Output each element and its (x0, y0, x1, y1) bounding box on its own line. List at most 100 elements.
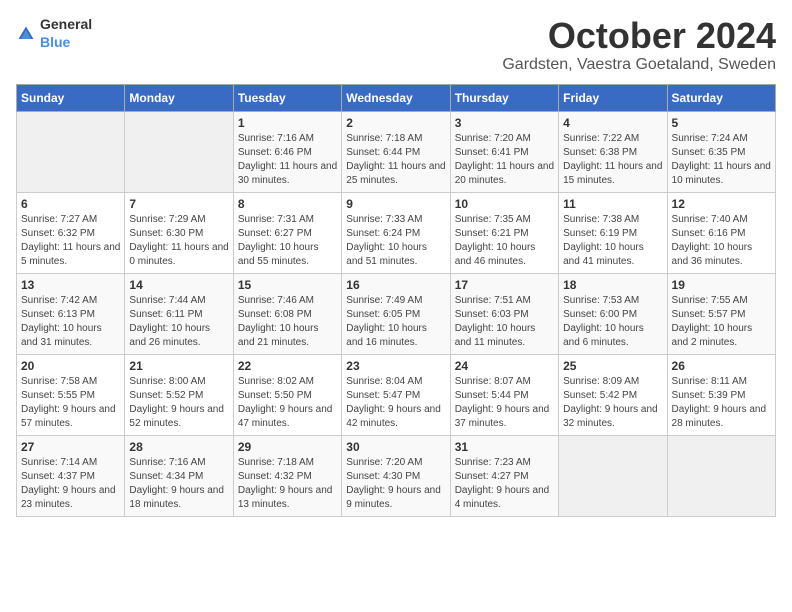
day-info: Sunrise: 7:51 AM Sunset: 6:03 PM Dayligh… (455, 294, 554, 350)
day-number: 20 (21, 359, 120, 373)
day-cell: 31 Sunrise: 7:23 AM Sunset: 4:27 PM Dayli… (450, 435, 558, 516)
day-cell: 7 Sunrise: 7:29 AM Sunset: 6:30 PM Daylig… (125, 192, 233, 273)
day-cell: 8 Sunrise: 7:31 AM Sunset: 6:27 PM Daylig… (233, 192, 341, 273)
day-info: Sunrise: 8:04 AM Sunset: 5:47 PM Dayligh… (346, 375, 445, 431)
logo: General Blue (16, 16, 92, 52)
day-info: Sunrise: 7:18 AM Sunset: 6:44 PM Dayligh… (346, 132, 445, 188)
day-cell: 2Sunrise: 7:18 AM Sunset: 6:44 PM Daylig… (342, 111, 450, 192)
day-info: Sunrise: 8:09 AM Sunset: 5:42 PM Dayligh… (563, 375, 662, 431)
day-info: Sunrise: 7:22 AM Sunset: 6:38 PM Dayligh… (563, 132, 662, 188)
day-info: Sunrise: 7:35 AM Sunset: 6:21 PM Dayligh… (455, 213, 554, 269)
day-cell (17, 111, 125, 192)
day-info: Sunrise: 8:11 AM Sunset: 5:39 PM Dayligh… (672, 375, 771, 431)
day-info: Sunrise: 7:27 AM Sunset: 6:32 PM Dayligh… (21, 213, 120, 269)
day-info: Sunrise: 7:20 AM Sunset: 4:30 PM Dayligh… (346, 456, 445, 512)
day-info: Sunrise: 7:46 AM Sunset: 6:08 PM Dayligh… (238, 294, 337, 350)
day-cell (559, 435, 667, 516)
weekday-header-saturday: Saturday (667, 84, 775, 111)
day-cell: 18 Sunrise: 7:53 AM Sunset: 6:00 PM Dayli… (559, 273, 667, 354)
day-number: 4 (563, 116, 662, 130)
day-number: 21 (129, 359, 228, 373)
week-row-3: 13Sunrise: 7:42 AM Sunset: 6:13 PM Dayli… (17, 273, 776, 354)
day-cell: 16Sunrise: 7:49 AM Sunset: 6:05 PM Dayli… (342, 273, 450, 354)
day-info: Sunrise: 7:49 AM Sunset: 6:05 PM Dayligh… (346, 294, 445, 350)
weekday-header-thursday: Thursday (450, 84, 558, 111)
day-number: 5 (672, 116, 771, 130)
calendar: SundayMondayTuesdayWednesdayThursdayFrid… (16, 84, 776, 517)
day-number: 7 (129, 197, 228, 211)
day-number: 6 (21, 197, 120, 211)
month-title: October 2024 (502, 16, 776, 56)
day-info: Sunrise: 7:14 AM Sunset: 4:37 PM Dayligh… (21, 456, 120, 512)
day-number: 30 (346, 440, 445, 454)
weekday-header-monday: Monday (125, 84, 233, 111)
day-number: 26 (672, 359, 771, 373)
day-cell: 27 Sunrise: 7:14 AM Sunset: 4:37 PM Dayli… (17, 435, 125, 516)
day-info: Sunrise: 7:29 AM Sunset: 6:30 PM Dayligh… (129, 213, 228, 269)
day-cell: 5 Sunrise: 7:24 AM Sunset: 6:35 PM Daylig… (667, 111, 775, 192)
day-cell: 12 Sunrise: 7:40 AM Sunset: 6:16 PM Dayli… (667, 192, 775, 273)
day-info: Sunrise: 7:24 AM Sunset: 6:35 PM Dayligh… (672, 132, 771, 188)
day-cell: 14Sunrise: 7:44 AM Sunset: 6:11 PM Dayli… (125, 273, 233, 354)
day-info: Sunrise: 7:58 AM Sunset: 5:55 PM Dayligh… (21, 375, 120, 431)
day-number: 11 (563, 197, 662, 211)
day-number: 25 (563, 359, 662, 373)
day-cell: 19 Sunrise: 7:55 AM Sunset: 5:57 PM Dayli… (667, 273, 775, 354)
day-info: Sunrise: 7:16 AM Sunset: 6:46 PM Dayligh… (238, 132, 337, 188)
day-number: 19 (672, 278, 771, 292)
day-number: 8 (238, 197, 337, 211)
day-number: 24 (455, 359, 554, 373)
day-info: Sunrise: 7:44 AM Sunset: 6:11 PM Dayligh… (129, 294, 228, 350)
day-number: 17 (455, 278, 554, 292)
day-cell (125, 111, 233, 192)
day-cell: 1Sunrise: 7:16 AM Sunset: 6:46 PM Daylig… (233, 111, 341, 192)
week-row-1: 1Sunrise: 7:16 AM Sunset: 6:46 PM Daylig… (17, 111, 776, 192)
day-number: 12 (672, 197, 771, 211)
day-number: 18 (563, 278, 662, 292)
day-cell: 13Sunrise: 7:42 AM Sunset: 6:13 PM Dayli… (17, 273, 125, 354)
day-cell: 26 Sunrise: 8:11 AM Sunset: 5:39 PM Dayli… (667, 354, 775, 435)
day-info: Sunrise: 8:07 AM Sunset: 5:44 PM Dayligh… (455, 375, 554, 431)
location-title: Gardsten, Vaestra Goetaland, Sweden (502, 56, 776, 74)
week-row-2: 6 Sunrise: 7:27 AM Sunset: 6:32 PM Daylig… (17, 192, 776, 273)
day-number: 27 (21, 440, 120, 454)
day-cell: 15 Sunrise: 7:46 AM Sunset: 6:08 PM Dayli… (233, 273, 341, 354)
day-cell: 22Sunrise: 8:02 AM Sunset: 5:50 PM Dayli… (233, 354, 341, 435)
logo-icon (16, 24, 36, 44)
weekday-header-sunday: Sunday (17, 84, 125, 111)
day-number: 23 (346, 359, 445, 373)
day-cell: 28Sunrise: 7:16 AM Sunset: 4:34 PM Dayli… (125, 435, 233, 516)
day-cell: 6 Sunrise: 7:27 AM Sunset: 6:32 PM Daylig… (17, 192, 125, 273)
day-cell: 24 Sunrise: 8:07 AM Sunset: 5:44 PM Dayli… (450, 354, 558, 435)
day-number: 31 (455, 440, 554, 454)
day-number: 15 (238, 278, 337, 292)
day-info: Sunrise: 7:40 AM Sunset: 6:16 PM Dayligh… (672, 213, 771, 269)
weekday-header-friday: Friday (559, 84, 667, 111)
day-info: Sunrise: 7:16 AM Sunset: 4:34 PM Dayligh… (129, 456, 228, 512)
day-cell: 23 Sunrise: 8:04 AM Sunset: 5:47 PM Dayli… (342, 354, 450, 435)
week-row-4: 20 Sunrise: 7:58 AM Sunset: 5:55 PM Dayli… (17, 354, 776, 435)
day-info: Sunrise: 7:38 AM Sunset: 6:19 PM Dayligh… (563, 213, 662, 269)
day-info: Sunrise: 7:55 AM Sunset: 5:57 PM Dayligh… (672, 294, 771, 350)
day-info: Sunrise: 7:18 AM Sunset: 4:32 PM Dayligh… (238, 456, 337, 512)
day-info: Sunrise: 7:31 AM Sunset: 6:27 PM Dayligh… (238, 213, 337, 269)
weekday-header-tuesday: Tuesday (233, 84, 341, 111)
day-info: Sunrise: 7:53 AM Sunset: 6:00 PM Dayligh… (563, 294, 662, 350)
day-cell: 3Sunrise: 7:20 AM Sunset: 6:41 PM Daylig… (450, 111, 558, 192)
weekday-header-wednesday: Wednesday (342, 84, 450, 111)
day-cell: 17 Sunrise: 7:51 AM Sunset: 6:03 PM Dayli… (450, 273, 558, 354)
day-cell: 29 Sunrise: 7:18 AM Sunset: 4:32 PM Dayli… (233, 435, 341, 516)
day-info: Sunrise: 7:23 AM Sunset: 4:27 PM Dayligh… (455, 456, 554, 512)
day-number: 9 (346, 197, 445, 211)
day-cell: 21 Sunrise: 8:00 AM Sunset: 5:52 PM Dayli… (125, 354, 233, 435)
day-info: Sunrise: 8:00 AM Sunset: 5:52 PM Dayligh… (129, 375, 228, 431)
day-cell: 20 Sunrise: 7:58 AM Sunset: 5:55 PM Dayli… (17, 354, 125, 435)
day-info: Sunrise: 7:33 AM Sunset: 6:24 PM Dayligh… (346, 213, 445, 269)
day-info: Sunrise: 7:20 AM Sunset: 6:41 PM Dayligh… (455, 132, 554, 188)
day-number: 13 (21, 278, 120, 292)
day-number: 10 (455, 197, 554, 211)
weekday-header-row: SundayMondayTuesdayWednesdayThursdayFrid… (17, 84, 776, 111)
day-number: 22 (238, 359, 337, 373)
day-number: 29 (238, 440, 337, 454)
logo-general: General (40, 16, 92, 34)
